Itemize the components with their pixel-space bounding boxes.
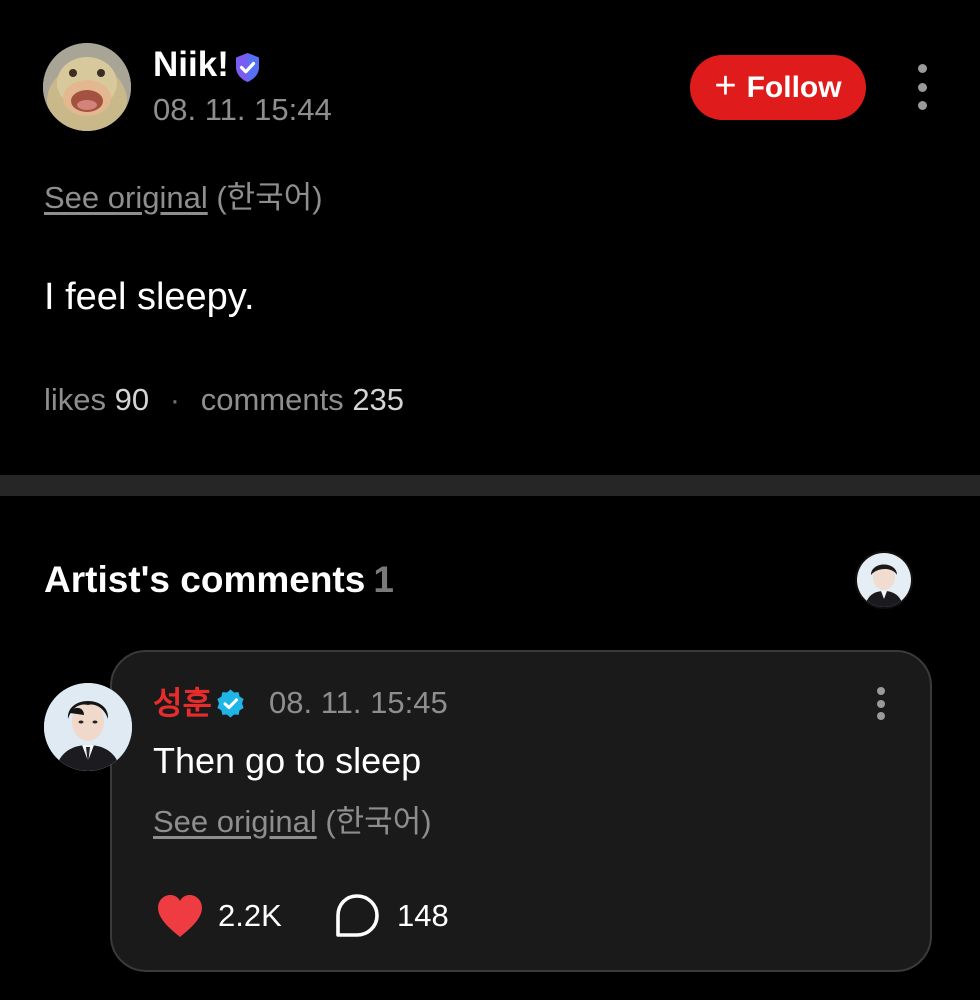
post-body-text: I feel sleepy. — [44, 276, 255, 318]
more-options-icon[interactable] — [912, 64, 932, 110]
see-original-link[interactable]: See original — [44, 180, 208, 215]
comment-timestamp: 08. 11. 15:45 — [269, 685, 448, 720]
see-original-row: See original (한국어) — [44, 178, 323, 218]
likes-count: 90 — [114, 382, 150, 417]
verified-badge-icon — [217, 689, 244, 718]
comment-original-language: (한국어) — [325, 804, 432, 839]
original-language: (한국어) — [216, 180, 323, 215]
commenter-avatar[interactable] — [44, 683, 132, 771]
commenter-name[interactable]: 성훈 — [153, 682, 212, 724]
verified-shield-icon — [236, 53, 259, 82]
follow-label: Follow — [746, 70, 842, 104]
author-avatar[interactable] — [43, 43, 131, 131]
heart-icon[interactable] — [155, 893, 205, 939]
likes-label: likes — [44, 382, 107, 417]
post-timestamp: 08. 11. 15:44 — [153, 92, 332, 127]
comment-reply-count: 148 — [397, 898, 449, 933]
comment-see-original-row: See original (한국어) — [153, 802, 432, 842]
comments-count[interactable]: 235 — [352, 382, 404, 417]
artist-portrait-image — [44, 683, 132, 771]
artist-filter-avatar[interactable] — [855, 551, 913, 609]
comments-label[interactable]: comments — [201, 382, 344, 417]
comment-see-original-link[interactable]: See original — [153, 804, 317, 839]
plus-icon: + — [714, 65, 737, 107]
artist-portrait-image — [857, 553, 911, 607]
artist-comments-label: Artist's comments — [44, 559, 366, 600]
comment-text: Then go to sleep — [153, 740, 422, 781]
comment-like-count: 2.2K — [218, 898, 282, 933]
author-name[interactable]: Niik! — [153, 44, 229, 86]
follow-button[interactable]: + Follow — [690, 55, 866, 120]
stats-separator: · — [169, 382, 181, 417]
duck-avatar-image — [43, 43, 131, 131]
artist-comments-title: Artist's comments 1 — [44, 558, 394, 602]
comment-more-options-icon[interactable] — [871, 687, 891, 720]
post-stats: likes 90 · comments 235 — [44, 380, 404, 420]
artist-comments-count: 1 — [373, 559, 394, 600]
comment-bubble-icon[interactable] — [334, 893, 380, 939]
section-divider — [0, 475, 980, 496]
